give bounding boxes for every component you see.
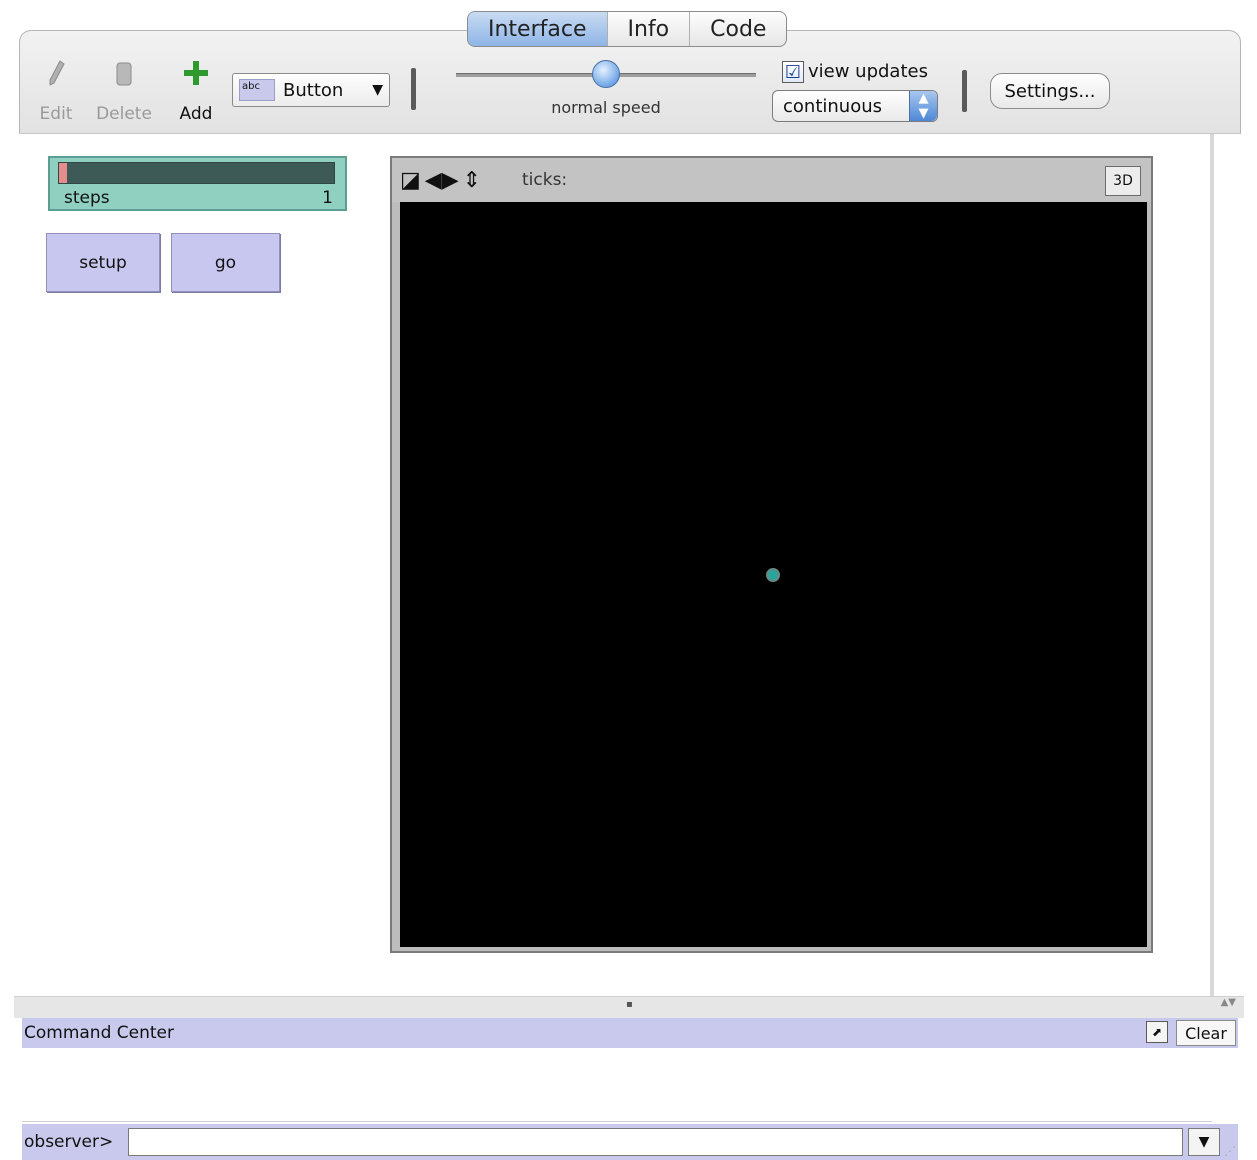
resize-grip-icon[interactable]: ⋰ — [1224, 1144, 1236, 1158]
delete-label: Delete — [96, 104, 152, 124]
view-header: ◪ ◀▶ ⇕ ticks: 3D — [392, 158, 1151, 202]
widget-type-select[interactable]: abc Button ▼ — [232, 73, 390, 107]
world-canvas[interactable] — [400, 202, 1147, 947]
interface-scrollbar[interactable] — [1210, 134, 1214, 996]
steps-monitor[interactable]: steps 1 — [48, 156, 347, 211]
command-output[interactable] — [22, 1048, 1212, 1122]
steps-progress-fill — [59, 163, 68, 183]
tab-code[interactable]: Code — [690, 12, 786, 46]
tab-bar: Interface Info Code — [467, 11, 788, 47]
edit-button[interactable]: Edit — [26, 58, 86, 124]
shrink-icon[interactable]: ◪ — [400, 168, 421, 193]
monitor-label: steps — [64, 188, 110, 208]
vertical-resize-icon[interactable]: ⇕ — [463, 168, 481, 193]
splitter[interactable]: ▪ ▲▼ — [14, 996, 1244, 1018]
splitter-grip-icon: ▪ — [626, 999, 633, 1010]
monitor-value: 1 — [322, 188, 333, 208]
view-updates-checkbox[interactable]: ☑ — [782, 61, 804, 83]
command-input-row: observer> ▼ ⋰ — [22, 1124, 1238, 1160]
plus-icon — [183, 58, 209, 88]
command-input[interactable] — [128, 1128, 1183, 1156]
go-button[interactable]: go — [171, 233, 280, 292]
clear-button[interactable]: Clear — [1176, 1020, 1236, 1046]
toolbar-divider — [962, 70, 967, 112]
agent-selector[interactable]: observer> — [22, 1132, 128, 1152]
popout-icon[interactable]: ⬈ — [1146, 1021, 1168, 1043]
edit-label: Edit — [39, 104, 73, 124]
splitter-arrows-icon[interactable]: ▲▼ — [1221, 997, 1236, 1008]
steps-progress-bar — [58, 162, 335, 184]
chevron-down-icon: ▼ — [372, 82, 383, 98]
view-updates-label: view updates — [808, 61, 928, 82]
toolbar-divider — [411, 68, 416, 110]
command-center-title: Command Center — [24, 1023, 174, 1043]
history-dropdown-icon[interactable]: ▼ — [1188, 1128, 1220, 1156]
3d-button[interactable]: 3D — [1105, 166, 1141, 196]
trash-icon — [114, 58, 134, 88]
command-center-header: Command Center ⬈ Clear — [22, 1018, 1238, 1048]
widget-type-value: Button — [283, 79, 344, 101]
stepper-arrows-icon: ▲ ▼ — [909, 91, 937, 121]
tab-info[interactable]: Info — [608, 12, 691, 46]
world-view: ◪ ◀▶ ⇕ ticks: 3D — [390, 156, 1153, 953]
update-mode-value: continuous — [783, 95, 882, 117]
horizontal-resize-icon[interactable]: ◀▶ — [425, 168, 459, 193]
ticks-label: ticks: — [522, 170, 568, 190]
button-widget-icon: abc — [239, 79, 275, 101]
tab-interface[interactable]: Interface — [468, 12, 608, 46]
turtle-agent — [766, 568, 780, 582]
add-button[interactable]: Add — [166, 58, 226, 124]
speed-label: normal speed — [551, 98, 661, 117]
update-mode-select[interactable]: continuous ▲ ▼ — [772, 90, 938, 122]
pencil-icon — [46, 58, 66, 88]
settings-button[interactable]: Settings... — [990, 73, 1110, 109]
add-label: Add — [179, 104, 213, 124]
setup-button[interactable]: setup — [46, 233, 160, 292]
delete-button[interactable]: Delete — [94, 58, 154, 124]
speed-slider-thumb[interactable] — [592, 60, 620, 88]
